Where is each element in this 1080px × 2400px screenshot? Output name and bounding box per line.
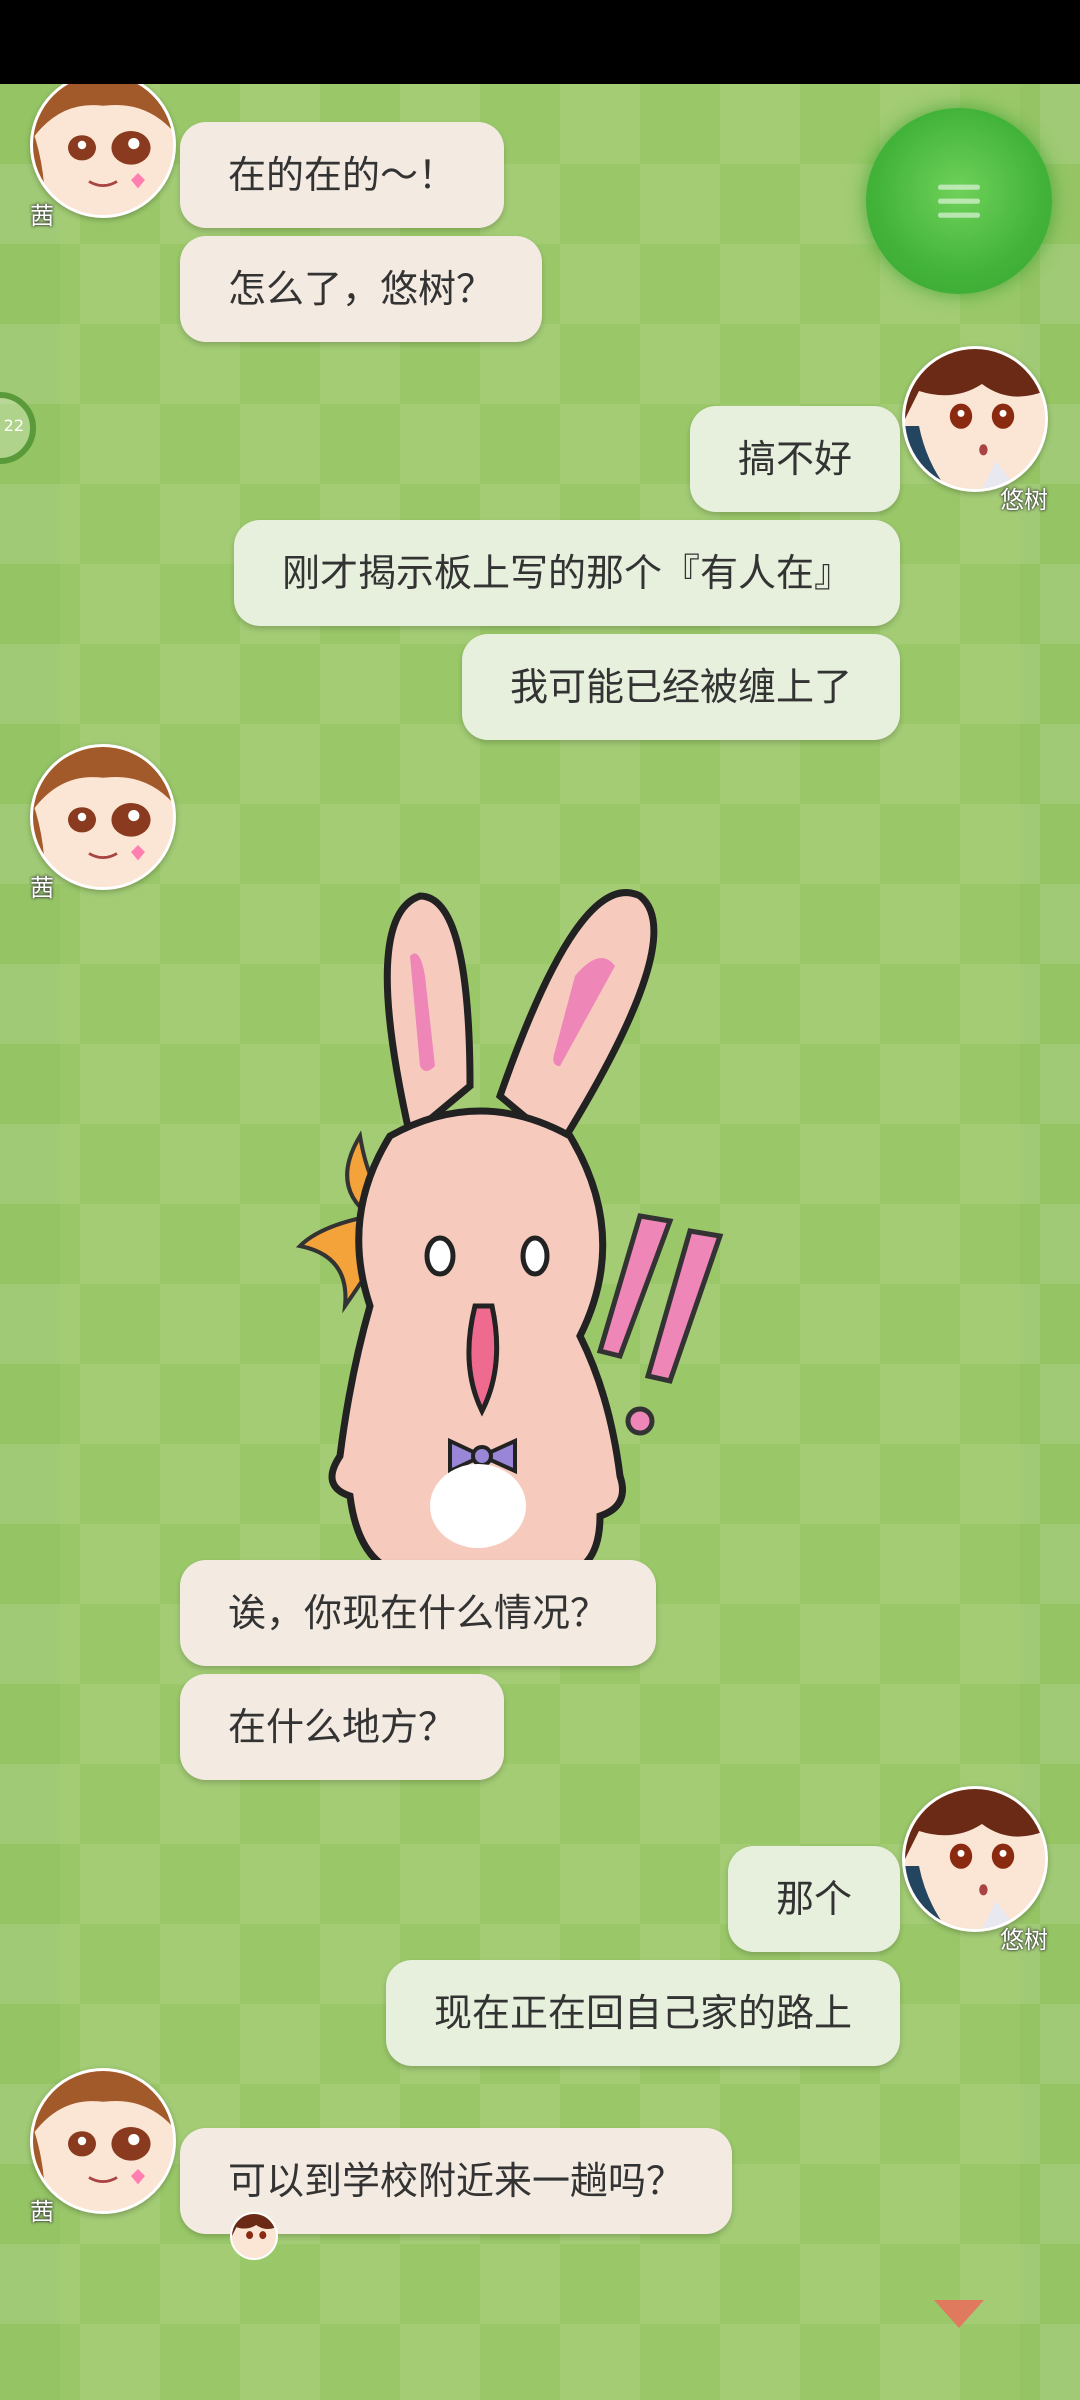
message-bubble[interactable]: 现在正在回自己家的路上 [385,1960,900,2066]
side-badge-count: 22 [3,416,24,435]
yuki-avatar[interactable] [902,1786,1048,1932]
message-bubble[interactable]: 在的在的～！ [180,122,505,228]
yuki-name-label: 悠树 [1000,1926,1048,1954]
yuki-avatar[interactable] [902,346,1048,492]
hamburger-menu-icon [938,184,980,218]
message-bubble[interactable]: 我可能已经被缠上了 [461,634,900,740]
menu-button[interactable] [866,108,1052,294]
message-bubble[interactable]: 那个 [727,1846,900,1952]
status-bar [0,0,1080,84]
akane-name-label: 茜 [30,202,54,230]
side-badge[interactable]: 22 [0,392,36,464]
message-bubble[interactable]: 刚才揭示板上写的那个『有人在』 [233,520,900,626]
message-bubble[interactable]: 在什么地方？ [180,1674,505,1780]
akane-name-label: 茜 [30,2198,54,2226]
rabbit-sticker[interactable] [220,836,800,1606]
message-bubble[interactable]: 搞不好 [689,406,900,512]
yuki-name-label: 悠树 [1000,486,1048,514]
typing-avatar [230,2212,278,2260]
akane-name-label: 茜 [30,874,54,902]
triangle-down-icon[interactable] [934,2300,984,2330]
message-bubble[interactable]: 诶，你现在什么情况？ [180,1560,657,1666]
message-bubble[interactable]: 怎么了，悠树？ [180,236,543,342]
chat-area[interactable]: 茜 22 在的在的～！ 怎么了，悠树？ 悠树 搞不好 刚才揭示板上写的那个『有人… [0,84,1080,2400]
